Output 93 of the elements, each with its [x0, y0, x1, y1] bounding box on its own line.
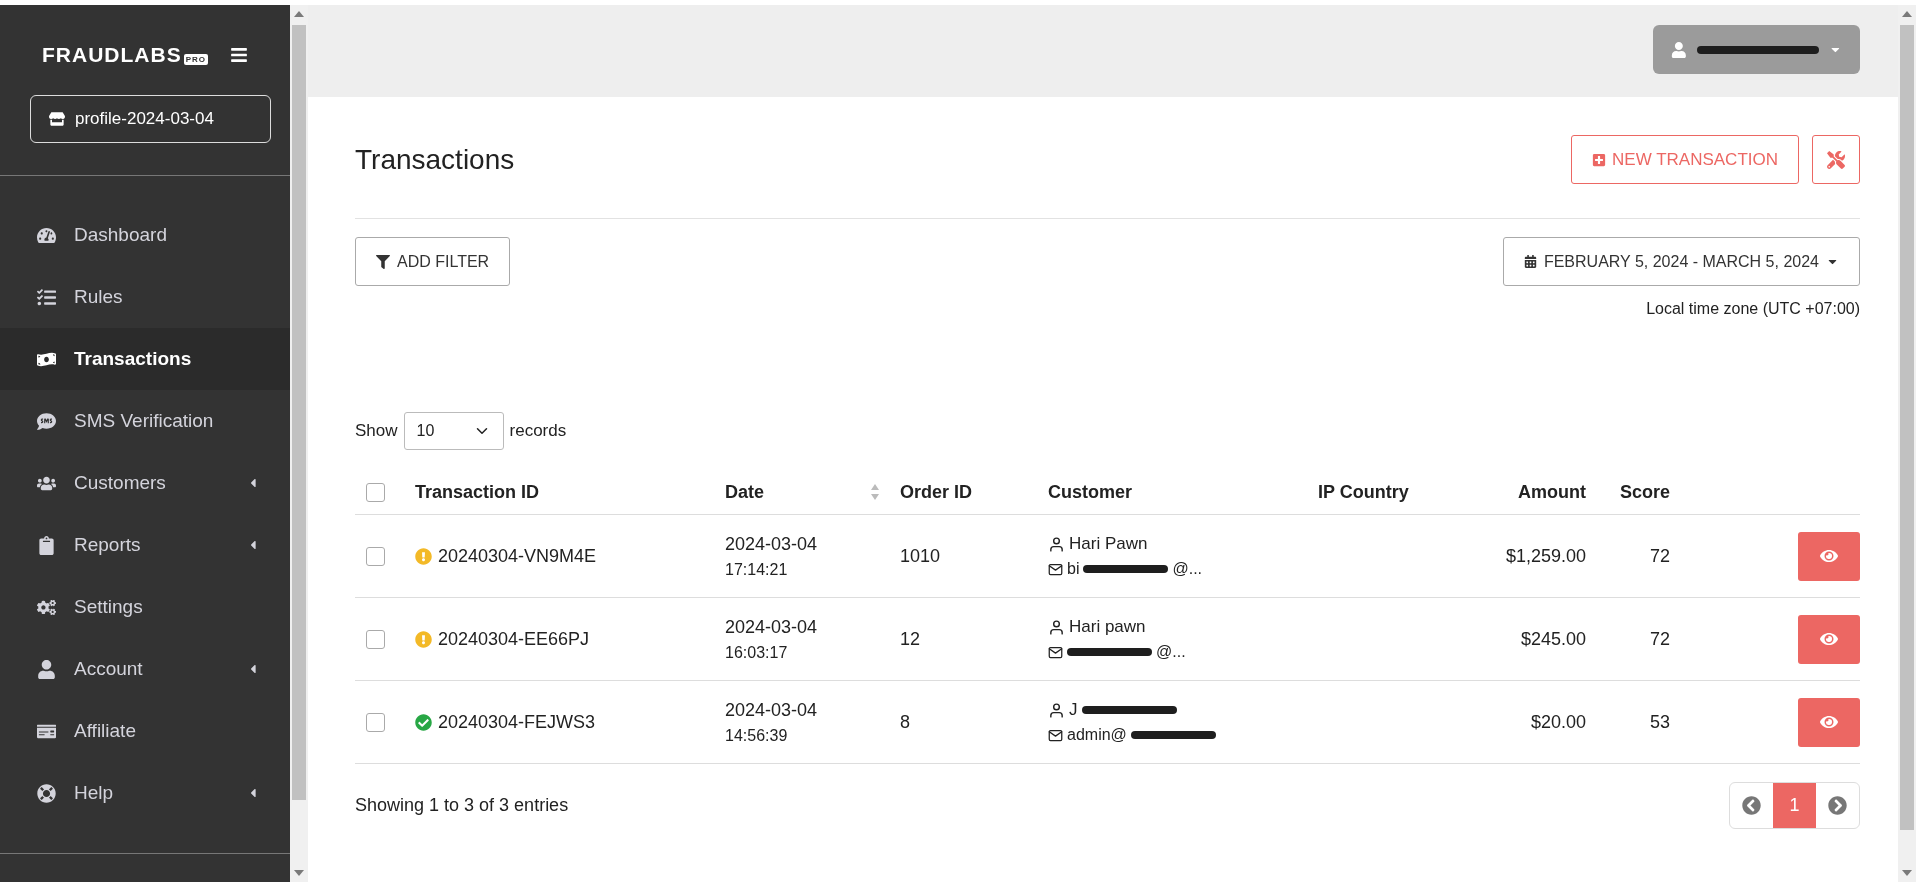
mail-icon: [1048, 644, 1063, 660]
eye-icon: [1820, 713, 1838, 731]
transaction-id: 20240304-FEJWS3: [438, 711, 596, 733]
transaction-id: 20240304-VN9M4E: [438, 545, 597, 567]
date-range-button[interactable]: FEBRUARY 5, 2024 - MARCH 5, 2024: [1502, 237, 1860, 286]
time-text: 17:14:21: [725, 560, 789, 579]
amount: $20.00: [1530, 711, 1586, 733]
eye-icon: [1820, 547, 1838, 565]
filter-icon: [376, 254, 390, 269]
nav-item[interactable]: Account: [0, 638, 290, 700]
gears-icon: [37, 597, 56, 617]
customer-name: Hari pawn: [1069, 617, 1146, 637]
mail-icon: [1048, 561, 1063, 577]
nav-item[interactable]: Reports: [0, 514, 290, 576]
menu-icon[interactable]: [230, 46, 248, 64]
page-title: Transactions: [355, 143, 515, 176]
score: 72: [1649, 545, 1670, 567]
score: 72: [1649, 628, 1670, 650]
order-id: 8: [900, 711, 911, 733]
sms-icon: [37, 411, 56, 431]
timezone-label: Local time zone (UTC +07:00): [1646, 300, 1860, 318]
select-all-checkbox[interactable]: [366, 482, 385, 502]
column-header: Customer: [1048, 481, 1133, 503]
gauge-icon: [37, 225, 56, 245]
column-header[interactable]: Date: [725, 481, 900, 503]
order-id: 1010: [900, 545, 942, 567]
person-icon: [1048, 618, 1065, 636]
user-menu-button[interactable]: [1653, 25, 1860, 74]
records-select[interactable]: 10: [403, 412, 504, 450]
view-button[interactable]: [1798, 531, 1860, 581]
column-header: IP Country: [1318, 481, 1410, 503]
sort-icon: [870, 483, 880, 501]
time-text: 14:56:39: [725, 726, 789, 745]
tools-button[interactable]: [1812, 135, 1860, 184]
nav-item[interactable]: Settings: [0, 576, 290, 638]
column-header: Amount: [1517, 481, 1587, 503]
person-icon: [1048, 701, 1065, 719]
chevron-right-icon: [1828, 796, 1847, 815]
date-text: 2024-03-04: [725, 533, 819, 555]
scroll-up-icon[interactable]: [294, 11, 304, 17]
clipboard-icon: [37, 535, 56, 555]
scrollbar-thumb[interactable]: [292, 25, 306, 800]
profile-button[interactable]: profile-2024-03-04: [30, 95, 271, 143]
email-text: bi: [1067, 560, 1080, 578]
column-header: Order ID: [900, 481, 974, 503]
row-checkbox[interactable]: [366, 629, 385, 649]
eye-icon: [1820, 630, 1838, 648]
user-icon: [37, 659, 56, 679]
time-text: 16:03:17: [725, 643, 789, 662]
tools-icon: [1827, 150, 1845, 169]
nav-item[interactable]: Transactions: [0, 328, 290, 390]
show-label: Show: [355, 421, 398, 441]
scroll-up-icon[interactable]: [1902, 11, 1912, 17]
amount: $1,259.00: [1505, 545, 1586, 567]
person-icon: [1048, 535, 1065, 553]
nav-item[interactable]: Customers: [0, 452, 290, 514]
add-filter-button[interactable]: ADD FILTER: [355, 237, 511, 286]
amount: $245.00: [1520, 628, 1586, 650]
store-icon: [49, 111, 65, 127]
nav-item[interactable]: Dashboard: [0, 204, 290, 266]
lifebuoy-icon: [37, 783, 56, 803]
chevron-left-icon: [1742, 796, 1761, 815]
view-button[interactable]: [1798, 614, 1860, 664]
records-label: records: [509, 421, 567, 441]
row-checkbox[interactable]: [366, 712, 385, 732]
score: 53: [1649, 711, 1670, 733]
email-text: @...: [1172, 560, 1203, 578]
mail-icon: [1048, 727, 1063, 743]
nav-item[interactable]: SMS Verification: [0, 390, 290, 452]
column-header: Score: [1618, 481, 1671, 503]
date-text: 2024-03-04: [725, 616, 819, 638]
view-button[interactable]: [1798, 697, 1860, 747]
scroll-down-icon[interactable]: [1902, 870, 1912, 876]
nav-item[interactable]: Rules: [0, 266, 290, 328]
email-text: @...: [1156, 643, 1186, 661]
checklist-icon: [37, 287, 56, 307]
row-checkbox[interactable]: [366, 546, 385, 566]
entries-summary: Showing 1 to 3 of 3 entries: [355, 795, 569, 816]
plus-icon: [1592, 152, 1607, 167]
customer-name: J: [1069, 700, 1078, 720]
nav-item[interactable]: Help: [0, 762, 290, 824]
calendar-icon: [1523, 255, 1537, 268]
column-header: Transaction ID: [415, 481, 541, 503]
user-icon: [1671, 41, 1687, 58]
date-text: 2024-03-04: [725, 699, 819, 721]
email-text: admin@: [1067, 726, 1127, 744]
scrollbar-thumb[interactable]: [1900, 25, 1914, 830]
logo: FRAUDLABS PRO: [42, 43, 208, 67]
transaction-id: 20240304-EE66PJ: [438, 628, 590, 650]
scroll-down-icon[interactable]: [294, 870, 304, 876]
nav-item[interactable]: Affiliate: [0, 700, 290, 762]
customer-name: Hari Pawn: [1069, 534, 1148, 554]
order-id: 12: [900, 628, 922, 650]
